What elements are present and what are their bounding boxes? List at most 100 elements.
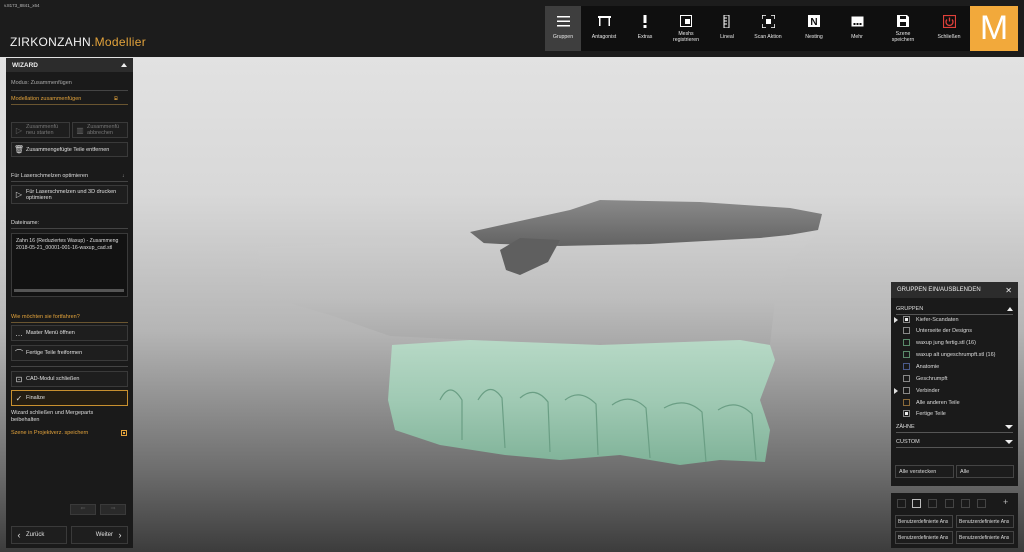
collapse-icon[interactable] bbox=[121, 63, 127, 67]
group-label: Geschrumpft bbox=[916, 375, 948, 382]
expand-icon bbox=[1005, 425, 1013, 429]
restart-merge-button[interactable]: ▷ Zusammenfü neu starten bbox=[11, 122, 70, 138]
group-item[interactable]: Anatomie bbox=[894, 361, 1011, 372]
more-icon bbox=[850, 14, 864, 28]
divider bbox=[11, 322, 128, 323]
tool-antagonist[interactable]: Antagonist bbox=[581, 6, 627, 51]
freeform-icon: ⌒ bbox=[15, 348, 23, 358]
tool-gruppen[interactable]: Gruppen bbox=[545, 6, 581, 51]
save-scene-link[interactable]: Szene in Projektverz. speichern bbox=[11, 430, 88, 436]
filename-scrollbar[interactable] bbox=[14, 289, 124, 292]
main-toolbar: Gruppen Antagonist Extras Meshs registri… bbox=[545, 6, 837, 51]
hide-all-button[interactable]: Alle verstecken bbox=[895, 465, 954, 478]
button-label: Zusammengefügte Teile entfernen bbox=[26, 146, 110, 153]
remove-merged-button[interactable]: 🗑 Zusammengefügte Teile entfernen bbox=[11, 142, 128, 157]
view-slot[interactable] bbox=[961, 499, 970, 508]
tool-extras[interactable]: Extras bbox=[627, 6, 663, 51]
close-cad-button[interactable]: ⊡ CAD-Modul schließen bbox=[11, 371, 128, 387]
tool-label: Gruppen bbox=[552, 34, 574, 40]
antagonist-icon bbox=[597, 14, 611, 28]
custom-section-header[interactable]: CUSTOM bbox=[896, 437, 1013, 448]
view-slot[interactable] bbox=[912, 499, 921, 508]
tool-mehr[interactable]: Mehr bbox=[834, 6, 880, 51]
group-item[interactable]: Kiefer-Scandaten bbox=[894, 314, 1011, 325]
master-menu-button[interactable]: … Master Menü öffnen bbox=[11, 325, 128, 341]
group-checkbox[interactable] bbox=[903, 375, 910, 382]
expand-icon[interactable] bbox=[894, 316, 898, 323]
freeform-parts-button[interactable]: ⌒ Fertige Teile freiformen bbox=[11, 345, 128, 361]
group-checkbox[interactable] bbox=[903, 339, 910, 346]
view-slot[interactable] bbox=[945, 499, 954, 508]
dental-model[interactable] bbox=[0, 0, 1024, 552]
group-checkbox[interactable] bbox=[903, 327, 910, 334]
group-item[interactable]: Fertige Teile bbox=[894, 408, 1011, 419]
app-logo[interactable]: M bbox=[970, 6, 1018, 51]
group-checkbox[interactable] bbox=[903, 387, 910, 394]
wizard-header[interactable]: WIZARD bbox=[6, 58, 133, 72]
group-item[interactable]: Unterseite der Designs bbox=[894, 325, 1011, 336]
filename-line: 2018-05-21_00001-001-16-waxup_cad.stl bbox=[16, 245, 113, 251]
tool-nesting[interactable]: N Nesting bbox=[791, 6, 837, 51]
group-checkbox[interactable] bbox=[903, 399, 910, 406]
side-toolbar: Mehr Szene speichern Schließen bbox=[834, 6, 972, 51]
button-label: Für Laserschmelzen und 3D drucken optimi… bbox=[26, 188, 117, 201]
tool-schliessen[interactable]: Schließen bbox=[926, 6, 972, 51]
custom-view-button[interactable]: Benutzerdefinierte Ans bbox=[895, 531, 953, 544]
group-label: Kiefer-Scandaten bbox=[916, 316, 959, 323]
group-item[interactable]: Verbinder bbox=[894, 385, 1011, 396]
group-label: waxup jung fertig.stl (16) bbox=[916, 339, 976, 346]
tool-label: Szene speichern bbox=[891, 31, 915, 43]
question-label: Wie möchten sie fortfahren? bbox=[11, 314, 80, 320]
top-bar: v.8173_8841_x64 ZIRKONZAHN.Modellier Gru… bbox=[0, 0, 1024, 57]
tool-lineal[interactable]: Lineal bbox=[709, 6, 745, 51]
add-icon[interactable]: + bbox=[1003, 497, 1008, 507]
group-item[interactable]: Alle anderen Teile bbox=[894, 397, 1011, 408]
finalize-button[interactable]: ✓ Finalize bbox=[11, 390, 128, 406]
modus-label: Modus: Zusammenfügen bbox=[11, 80, 72, 86]
divider bbox=[11, 228, 128, 229]
tool-label: Antagonist bbox=[591, 34, 617, 40]
expand-icon[interactable] bbox=[894, 387, 898, 394]
optimize-laser-button[interactable]: ▷ Für Laserschmelzen und 3D drucken opti… bbox=[11, 185, 128, 204]
undo-button[interactable]: ⇐ bbox=[70, 504, 96, 515]
redo-button[interactable]: ⇒ bbox=[100, 504, 126, 515]
mesh-register-icon bbox=[679, 14, 693, 28]
show-all-button[interactable]: Alle bbox=[956, 465, 1014, 478]
group-item[interactable]: waxup jung fertig.stl (16) bbox=[894, 337, 1011, 348]
custom-view-button[interactable]: Benutzerdefinierte Ans bbox=[895, 515, 953, 528]
group-item[interactable]: waxup alt ungeschrumpft.stl (16) bbox=[894, 349, 1011, 360]
group-checkbox[interactable] bbox=[903, 351, 910, 358]
back-button[interactable]: ‹ Zurück bbox=[11, 526, 67, 544]
custom-view-button[interactable]: Benutzerdefinierte Ans bbox=[956, 531, 1014, 544]
group-item[interactable]: Geschrumpft bbox=[894, 373, 1011, 384]
group-label: Alle anderen Teile bbox=[916, 399, 960, 406]
teeth-section-header[interactable]: ZÄHNE bbox=[896, 422, 1013, 433]
save-scene-checkbox[interactable] bbox=[121, 430, 127, 436]
svg-text:N: N bbox=[810, 17, 817, 27]
filename-box[interactable]: Zahn 16 (Reduziertes Waxup) - Zusammeng … bbox=[11, 233, 128, 297]
button-label: Zurück bbox=[26, 532, 45, 538]
tool-scan-aktion[interactable]: Scan Aktion bbox=[745, 6, 791, 51]
group-checkbox[interactable] bbox=[903, 363, 910, 370]
divider bbox=[11, 90, 128, 91]
tool-szene-speichern[interactable]: Szene speichern bbox=[880, 6, 926, 51]
abort-merge-button[interactable]: ▥ Zusammenfü abbrechen bbox=[72, 122, 128, 138]
group-checkbox[interactable] bbox=[903, 410, 910, 417]
section-laser: Für Laserschmelzen optimieren bbox=[11, 173, 89, 179]
group-checkbox[interactable] bbox=[903, 316, 910, 323]
trash-small-icon[interactable]: ⧆ bbox=[114, 96, 118, 103]
brand-product: .Modellier bbox=[91, 35, 147, 49]
close-icon[interactable]: ✕ bbox=[1005, 286, 1012, 295]
3d-viewport[interactable] bbox=[0, 0, 1024, 552]
tool-meshs-registrieren[interactable]: Meshs registrieren bbox=[663, 6, 709, 51]
app-title: ZIRKONZAHN.Modellier bbox=[10, 35, 146, 49]
info-small-icon: ↓ bbox=[122, 173, 125, 179]
custom-view-button[interactable]: Benutzerdefinierte Ans bbox=[956, 515, 1014, 528]
divider bbox=[11, 104, 128, 105]
view-slot[interactable] bbox=[977, 499, 986, 508]
view-slot[interactable] bbox=[928, 499, 937, 508]
tool-label: Mehr bbox=[851, 34, 863, 40]
next-button[interactable]: Weiter › bbox=[71, 526, 128, 544]
view-slot[interactable] bbox=[897, 499, 906, 508]
wizard-info-text: Wizard schließen und Mergeparts beibehal… bbox=[11, 410, 94, 423]
